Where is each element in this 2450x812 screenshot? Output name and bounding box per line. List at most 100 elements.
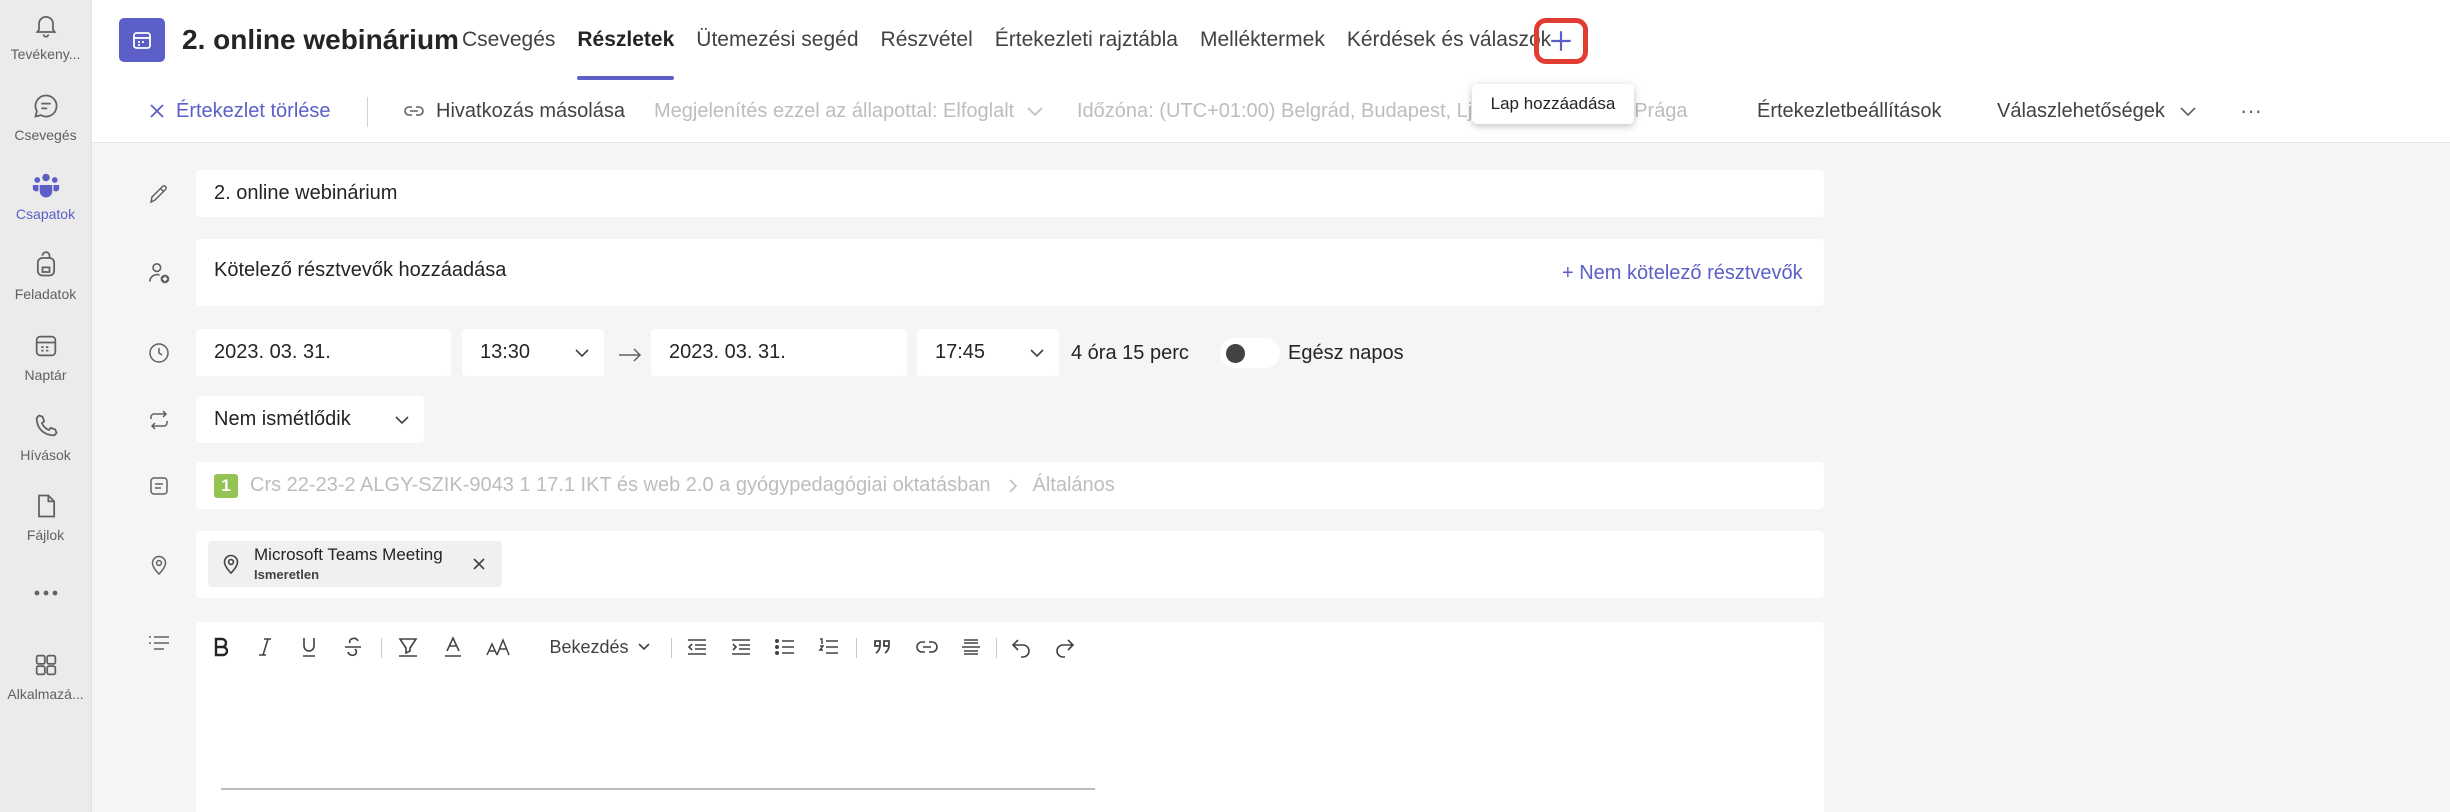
timezone-selector[interactable]: Időzóna: (UTC+01:00) Belgrád, Budapest, … — [1077, 80, 1793, 142]
chevron-down-icon — [637, 643, 650, 651]
remove-location-icon[interactable] — [472, 557, 486, 571]
meeting-toolbar: Értekezlet törlése Hivatkozás másolása M… — [92, 80, 2450, 143]
strikethrough-icon[interactable] — [338, 632, 368, 662]
calendar-app-icon — [119, 18, 165, 62]
description-editor[interactable]: Bekezdés — [196, 622, 1824, 812]
editor-content-divider — [221, 788, 1095, 790]
delete-meeting-button[interactable]: Értekezlet törlése — [148, 80, 331, 142]
underline-icon[interactable] — [294, 632, 324, 662]
copy-link-button[interactable]: Hivatkozás másolása — [402, 80, 625, 142]
numbered-list-icon[interactable] — [814, 632, 844, 662]
bell-icon — [29, 8, 63, 42]
rail-label: Alkalmazá... — [7, 686, 84, 702]
italic-icon[interactable] — [250, 632, 280, 662]
rail-calls[interactable]: Hívások — [0, 409, 91, 463]
rail-apps[interactable]: Alkalmazá... — [0, 648, 91, 702]
chevron-down-icon — [575, 348, 589, 357]
editor-divider — [671, 638, 672, 658]
end-date-picker[interactable]: 2023. 03. 31. — [651, 329, 907, 376]
recurrence-value: Nem ismétlődik — [214, 408, 351, 430]
redo-icon[interactable] — [1050, 632, 1080, 662]
response-options-dropdown[interactable]: Válaszlehetőségek — [1997, 80, 2197, 142]
apps-icon — [29, 648, 63, 682]
end-time-select[interactable]: 17:45 — [917, 329, 1059, 376]
start-date-picker[interactable]: 2023. 03. 31. — [196, 329, 451, 376]
tab-chat[interactable]: Csevegés — [451, 0, 566, 80]
backpack-icon — [29, 248, 63, 282]
insert-link-icon[interactable] — [912, 632, 942, 662]
more-options-button[interactable]: ··· — [2240, 80, 2262, 142]
rail-label: Feladatok — [14, 286, 77, 302]
undo-icon[interactable] — [1006, 632, 1036, 662]
rail-label: Naptár — [24, 367, 67, 383]
page-title: 2. online webinárium — [182, 24, 459, 55]
font-size-icon[interactable] — [482, 632, 514, 662]
editor-divider — [856, 638, 857, 658]
meeting-details-pane: 2. online webinárium Csevegés Részletek … — [92, 0, 2450, 812]
decrease-indent-icon[interactable] — [682, 632, 712, 662]
end-time-value: 17:45 — [935, 341, 986, 363]
add-tab-button[interactable] — [1534, 18, 1588, 64]
clock-icon — [144, 338, 174, 368]
optional-attendees-link[interactable]: + Nem kötelező résztvevők — [1562, 262, 1803, 285]
phone-icon — [29, 409, 63, 443]
channel-team-badge: 1 — [214, 473, 238, 498]
toggle-knob — [1226, 344, 1245, 363]
rail-activity[interactable]: Tevékeny... — [0, 8, 91, 62]
teams-icon — [29, 168, 63, 202]
location-icon — [144, 550, 174, 580]
highlight-icon[interactable] — [392, 632, 424, 662]
start-time-select[interactable]: 13:30 — [462, 329, 604, 376]
link-icon — [404, 106, 424, 116]
meeting-header: 2. online webinárium Csevegés Részletek … — [92, 0, 2450, 80]
chevron-down-icon — [1027, 107, 1043, 117]
chevron-down-icon — [2180, 107, 2196, 117]
meeting-title-input[interactable]: 2. online webinárium — [196, 170, 1824, 217]
required-attendees-placeholder: Kötelező résztvevők hozzáadása — [214, 259, 507, 281]
meeting-settings-button[interactable]: Értekezletbeállítások — [1757, 80, 1942, 142]
toolbar-divider — [367, 97, 368, 127]
tab-qa[interactable]: Kérdések és válaszok — [1336, 0, 1562, 80]
tab-attendance[interactable]: Részvétel — [870, 0, 984, 80]
bold-icon[interactable] — [206, 632, 236, 662]
rail-teams[interactable]: Csapatok — [0, 168, 91, 222]
rail-more[interactable] — [0, 576, 91, 610]
editor-divider — [381, 638, 382, 658]
all-day-label: Egész napos — [1288, 342, 1404, 364]
channel-name: Általános — [1032, 474, 1115, 496]
recurrence-select[interactable]: Nem ismétlődik — [196, 396, 424, 443]
file-icon — [29, 489, 63, 523]
duration-text: 4 óra 15 perc — [1071, 342, 1189, 364]
tab-details[interactable]: Részletek — [566, 0, 685, 80]
horizontal-rule-icon[interactable] — [956, 632, 986, 662]
add-tab-tooltip: Lap hozzáadása — [1472, 84, 1634, 124]
delete-meeting-label: Értekezlet törlése — [176, 99, 331, 122]
paragraph-style-dropdown[interactable]: Bekezdés — [540, 632, 660, 662]
rail-chat[interactable]: Csevegés — [0, 89, 91, 143]
close-icon — [150, 104, 164, 118]
location-status: Ismeretlen — [254, 567, 320, 582]
tab-scheduling-assistant[interactable]: Ütemezési segéd — [685, 0, 869, 80]
location-chip: Microsoft Teams Meeting Ismeretlen — [208, 541, 502, 587]
show-as-label: Megjelenítés ezzel az állapottal: Elfogl… — [654, 99, 1015, 122]
bullet-list-icon[interactable] — [770, 632, 800, 662]
paragraph-style-label: Bekezdés — [549, 636, 629, 657]
increase-indent-icon[interactable] — [726, 632, 756, 662]
rail-label: Tevékeny... — [10, 46, 81, 62]
plus-icon — [1551, 31, 1571, 51]
rail-assignments[interactable]: Feladatok — [0, 248, 91, 302]
rail-calendar[interactable]: Naptár — [0, 329, 91, 383]
tab-breakout-rooms[interactable]: Melléktermek — [1189, 0, 1336, 80]
quote-icon[interactable] — [868, 632, 898, 662]
tab-whiteboard[interactable]: Értekezleti rajztábla — [984, 0, 1189, 80]
copy-link-label: Hivatkozás másolása — [436, 99, 625, 122]
channel-team-name: Crs 22-23-2 ALGY-SZIK-9043 1 17.1 IKT és… — [250, 474, 991, 496]
app-rail: Tevékeny... Csevegés Csapatok Feladatok … — [0, 0, 92, 812]
font-color-icon[interactable] — [438, 632, 468, 662]
arrow-right-icon — [614, 340, 646, 370]
show-as-dropdown[interactable]: Megjelenítés ezzel az állapottal: Elfogl… — [654, 80, 1044, 142]
rail-files[interactable]: Fájlok — [0, 489, 91, 543]
all-day-toggle[interactable] — [1220, 338, 1280, 368]
repeat-icon — [144, 405, 174, 435]
rail-label: Csevegés — [14, 127, 77, 143]
